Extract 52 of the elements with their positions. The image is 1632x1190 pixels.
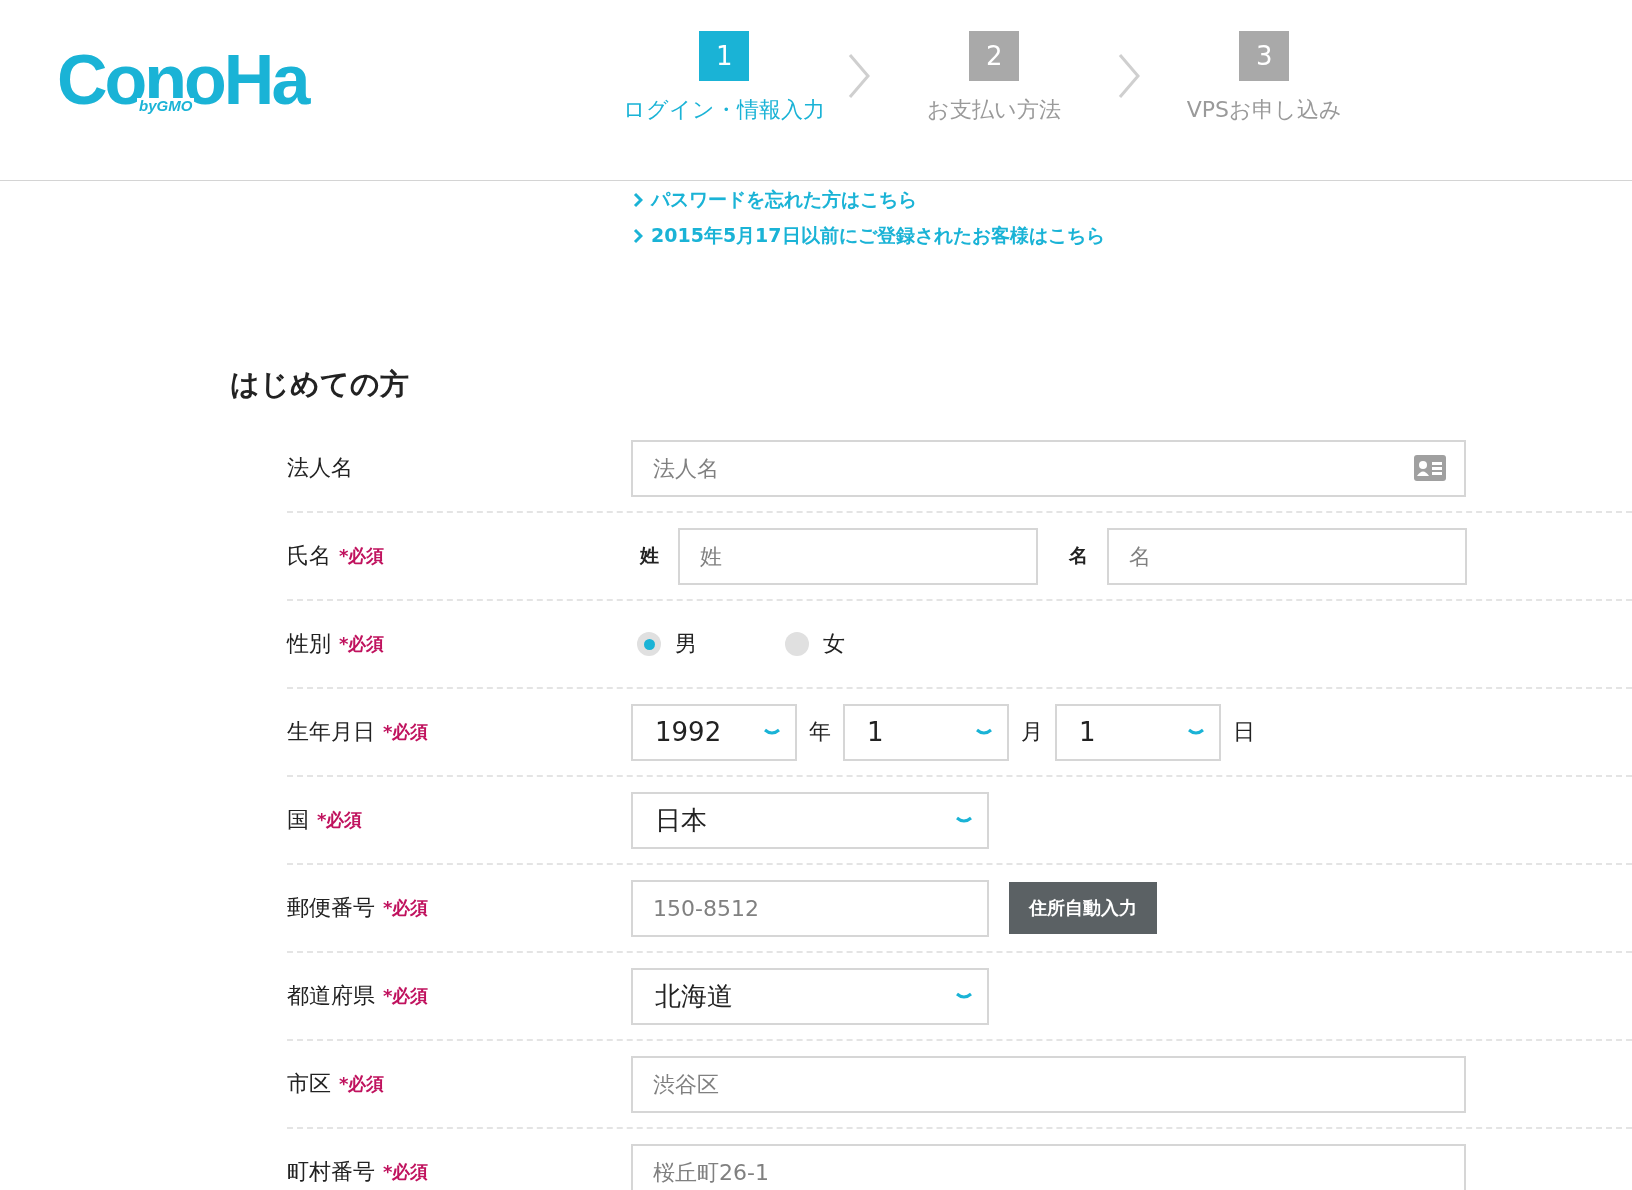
section-title: はじめての方	[230, 366, 410, 403]
unit-label: 月	[1021, 718, 1043, 746]
chevron-down-icon	[955, 991, 973, 1001]
field-label: 都道府県	[287, 982, 375, 1010]
required-mark: *必須	[383, 720, 429, 744]
step-number: 1	[699, 31, 750, 81]
input-field[interactable]: 桜丘町26-1	[631, 1143, 1466, 1190]
chevron-right-icon	[633, 192, 643, 208]
field-label: 市区	[287, 1070, 331, 1098]
chevron-down-icon	[975, 727, 993, 737]
field-label: 郵便番号	[287, 894, 375, 922]
radio-label: 女	[823, 630, 845, 658]
input-field[interactable]: 法人名	[631, 439, 1466, 497]
step-label: ログイン・情報入力	[623, 96, 826, 124]
field-label: 国	[287, 806, 309, 834]
field-label: 氏名	[287, 542, 331, 570]
chevron-down-icon	[1187, 727, 1205, 737]
step-label: VPSお申し込み	[1186, 96, 1342, 124]
unit-label: 日	[1233, 718, 1255, 746]
required-mark: *必須	[383, 1160, 429, 1184]
input-field[interactable]: 150-8512	[631, 879, 989, 937]
input-field[interactable]: 名	[1107, 527, 1467, 585]
auto-fill-button[interactable]: 住所自動入力	[1009, 882, 1157, 934]
required-mark: *必須	[339, 1072, 385, 1096]
chevron-down-icon	[955, 815, 973, 825]
select-field[interactable]: 北海道	[631, 967, 989, 1025]
field-label: 生年月日	[287, 718, 375, 746]
field-label: 法人名	[287, 454, 353, 482]
step-label: お支払い方法	[927, 96, 1062, 124]
unit-label: 年	[809, 718, 831, 746]
field-label: 名	[1068, 543, 1089, 568]
chevron-right-icon	[633, 228, 643, 244]
step-number: 3	[1239, 31, 1290, 81]
required-mark: *必須	[339, 632, 385, 656]
required-mark: *必須	[383, 896, 429, 920]
field-label: 性別	[287, 630, 331, 658]
select-field[interactable]: 日本	[631, 791, 989, 849]
chevron-down-icon	[763, 727, 781, 737]
radio-button[interactable]	[785, 632, 809, 656]
input-field[interactable]: 姓	[678, 527, 1038, 585]
required-mark: *必須	[383, 984, 429, 1008]
field-label: 町村番号	[287, 1158, 375, 1186]
select-field[interactable]: 1	[1055, 703, 1221, 761]
step-number: 2	[969, 31, 1020, 81]
select-field[interactable]: 1992	[631, 703, 797, 761]
required-mark: *必須	[317, 808, 363, 832]
required-mark: *必須	[339, 544, 385, 568]
field-label: 姓	[638, 543, 660, 568]
radio-button[interactable]	[637, 632, 661, 656]
radio-label: 男	[675, 630, 697, 658]
select-field[interactable]: 1	[843, 703, 1009, 761]
input-field[interactable]: 渋谷区	[631, 1055, 1466, 1113]
